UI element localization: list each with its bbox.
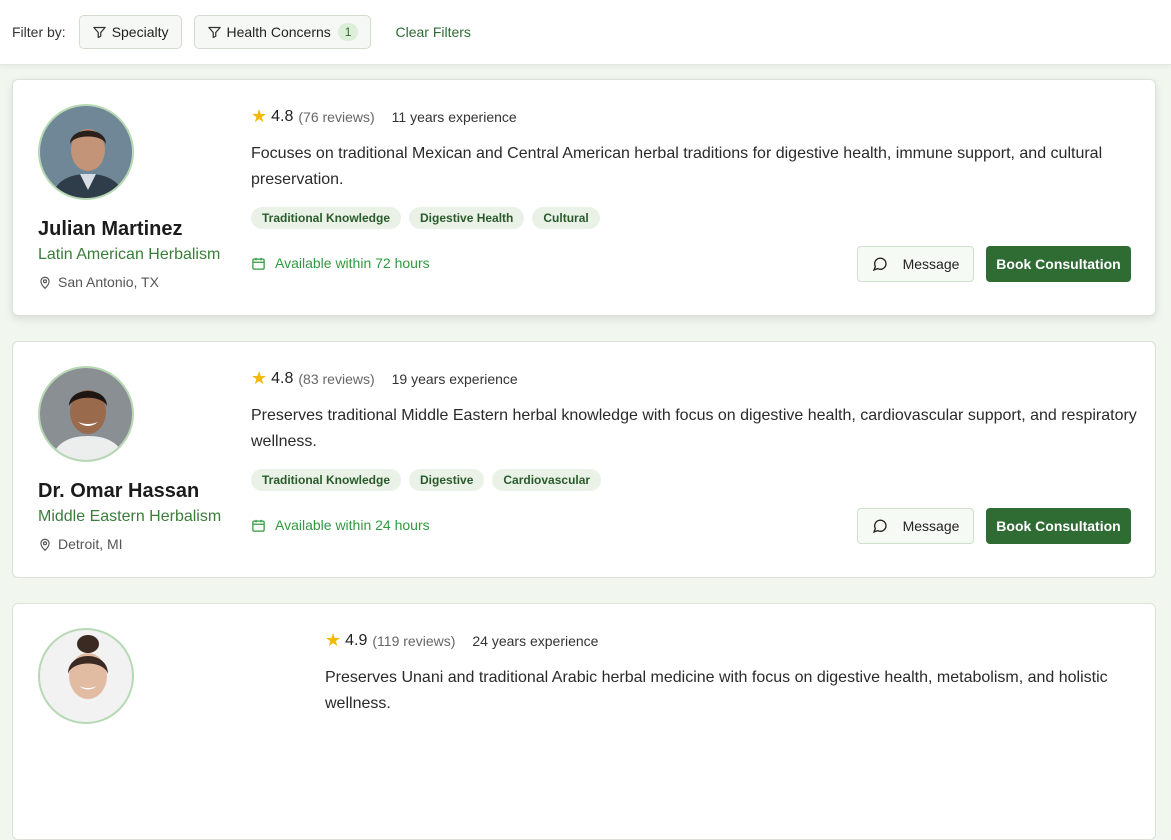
practitioner-description: Focuses on traditional Mexican and Centr… <box>251 145 1103 188</box>
filter-icon <box>92 26 106 38</box>
availability-text: Available within 72 hours <box>275 255 430 271</box>
filter-bar: Filter by: Specialty Health Concerns 1 C… <box>0 0 1171 65</box>
rating-value: 4.8 <box>271 369 294 387</box>
avatar <box>38 628 134 724</box>
practitioner-name: Julian Martinez <box>38 218 183 240</box>
practitioner-description: Preserves Unani and traditional Arabic h… <box>325 669 1108 712</box>
rating-row: ★ 4.8 (76 reviews) 11 years experience <box>251 106 517 127</box>
message-circle-icon <box>872 257 887 272</box>
experience: 11 years experience <box>391 108 517 125</box>
tag: Traditional Knowledge <box>251 207 402 229</box>
star-icon: ★ <box>325 630 342 650</box>
message-label: Message <box>902 518 960 534</box>
tag: Traditional Knowledge <box>251 469 402 491</box>
experience: 24 years experience <box>472 632 599 649</box>
filter-label: Filter by: <box>12 24 66 40</box>
practitioner-name: Dr. Omar Hassan <box>38 480 200 502</box>
rating-value: 4.9 <box>345 631 368 649</box>
message-circle-icon <box>872 519 887 534</box>
message-label: Message <box>902 256 960 272</box>
tag-list: Traditional Knowledge Digestive Cardiova… <box>251 469 609 491</box>
calendar-icon <box>252 257 265 270</box>
practitioner-specialty: Middle Eastern Herbalism <box>38 508 222 525</box>
clear-filters-link[interactable]: Clear Filters <box>395 24 470 40</box>
experience: 19 years experience <box>391 370 518 387</box>
tag: Cultural <box>532 207 600 229</box>
filter-count-badge: 1 <box>337 23 359 41</box>
map-pin-icon <box>40 276 50 289</box>
review-count: (76 reviews) <box>298 108 375 125</box>
specialty-filter-label: Specialty <box>111 24 169 40</box>
star-icon: ★ <box>251 368 268 388</box>
review-count: (83 reviews) <box>298 370 375 387</box>
calendar-icon <box>252 519 265 532</box>
specialty-filter-button[interactable]: Specialty <box>78 15 182 49</box>
book-consultation-button[interactable]: Book Consultation <box>986 508 1131 544</box>
review-count: (119 reviews) <box>372 632 456 649</box>
star-icon: ★ <box>251 106 268 126</box>
tag: Digestive Health <box>409 207 525 229</box>
practitioner-location: Detroit, MI <box>38 536 123 552</box>
rating-row: ★ 4.9 (119 reviews) 24 years experience <box>325 630 598 651</box>
avatar <box>38 366 134 462</box>
map-pin-icon <box>40 538 50 551</box>
practitioner-card: Dr. Omar Hassan Middle Eastern Herbalism… <box>12 341 1156 578</box>
practitioner-description: Preserves traditional Middle Eastern her… <box>251 407 1137 450</box>
tag-list: Traditional Knowledge Digestive Health C… <box>251 207 608 229</box>
health-concerns-filter-button[interactable]: Health Concerns 1 <box>193 15 372 49</box>
message-button[interactable]: Message <box>857 246 974 282</box>
practitioner-card: ★ 4.9 (119 reviews) 24 years experience … <box>12 603 1156 840</box>
rating-row: ★ 4.8 (83 reviews) 19 years experience <box>251 368 518 389</box>
health-concerns-filter-label: Health Concerns <box>226 24 331 40</box>
tag: Digestive <box>409 469 485 491</box>
practitioner-location: San Antonio, TX <box>38 274 159 290</box>
location-text: San Antonio, TX <box>58 274 159 290</box>
rating-value: 4.8 <box>271 107 294 125</box>
availability: Available within 24 hours <box>251 517 430 533</box>
book-consultation-button[interactable]: Book Consultation <box>986 246 1131 282</box>
filter-icon <box>207 26 221 38</box>
availability: Available within 72 hours <box>251 255 430 271</box>
availability-text: Available within 24 hours <box>275 517 430 533</box>
message-button[interactable]: Message <box>857 508 974 544</box>
avatar <box>38 104 134 200</box>
tag: Cardiovascular <box>492 469 602 491</box>
practitioner-card: Julian Martinez Latin American Herbalism… <box>12 79 1156 316</box>
location-text: Detroit, MI <box>58 536 123 552</box>
practitioner-specialty: Latin American Herbalism <box>38 246 221 263</box>
